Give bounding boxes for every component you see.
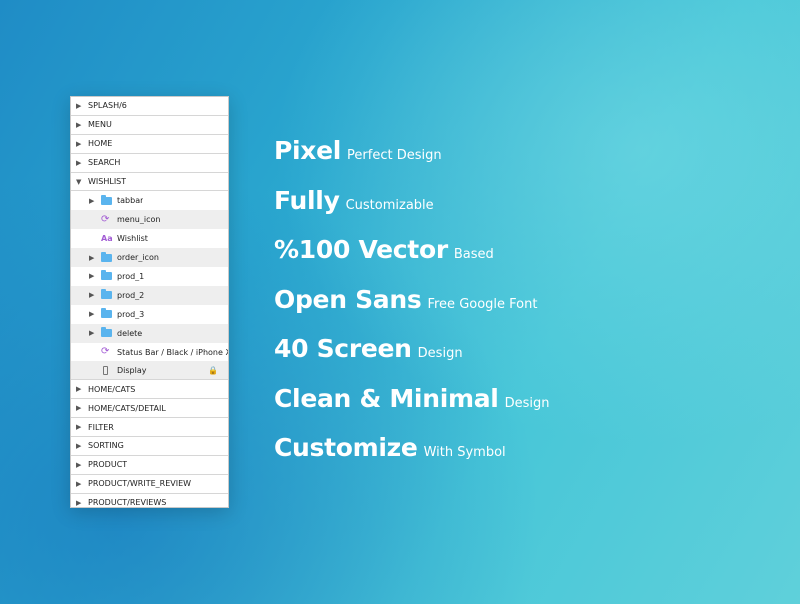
feature-item: Customize With Symbol [274,433,549,483]
feature-title: Fully [274,185,340,215]
text-icon: Aa [101,234,113,244]
triangle-right-icon[interactable]: ▶ [89,310,101,318]
layer-child-label: order_icon [117,253,159,263]
symbol-icon: ⟳ [101,213,110,225]
layer-label: HOME [88,139,113,149]
folder-icon [101,251,117,262]
triangle-right-icon[interactable]: ▶ [76,423,88,431]
folder-icon [101,289,117,300]
layer-child-label: menu_icon [117,215,161,225]
layer-row[interactable]: ▶ MENU [71,116,228,135]
triangle-right-icon[interactable]: ▶ [76,159,88,167]
feature-item: Open Sans Free Google Font [274,285,549,335]
layer-child-row[interactable]: ▶ prod_1 [71,267,228,286]
folder-icon [101,270,117,281]
layer-child-row[interactable]: ▶ prod_3 [71,305,228,324]
feature-title: 40 Screen [274,334,412,363]
feature-subtitle: Design [504,395,550,411]
layer-child-label: Wishlist [117,234,148,244]
feature-item: Pixel Perfect Design [274,136,549,186]
layer-row[interactable]: ▶ SPLASH/6 [71,97,228,116]
feature-subtitle: With Symbol [423,445,506,460]
layer-row[interactable]: ▶ PRODUCT [71,456,228,475]
folder-icon [101,327,117,338]
feature-title: %100 Vector [274,235,448,264]
feature-list: Pixel Perfect Design Fully Customizable %100… [274,136,549,483]
layer-row[interactable]: ▶ SEARCH [71,154,228,173]
triangle-right-icon[interactable]: ▶ [89,272,101,280]
layer-row[interactable]: ▶ SORTING [71,437,228,456]
triangle-right-icon[interactable]: ▶ [76,102,88,110]
layer-row[interactable]: ▶ HOME/CATS/DETAIL [71,399,228,419]
triangle-down-icon[interactable]: ▼ [76,178,88,186]
layer-child-label: tabbar [117,196,144,206]
layer-label: HOME/CATS [88,384,136,394]
layer-child-row[interactable]: ▶ delete [71,323,228,343]
layer-label: PRODUCT/WRITE_REVIEW [88,479,192,489]
layer-child-label: Display [117,365,147,375]
layer-child-row[interactable]: ▶⟳menu_icon [71,210,228,230]
layer-row[interactable]: ▶ PRODUCT/WRITE_REVIEW [71,475,228,494]
layer-child-row[interactable]: ▶ tabbar [71,191,228,210]
layer-label: SORTING [88,441,124,451]
lock-icon[interactable]: 🔒 [208,366,218,375]
triangle-right-icon[interactable]: ▶ [76,480,88,488]
layer-label: HOME/CATS/DETAIL [88,403,166,413]
feature-subtitle: Design [417,346,463,361]
triangle-right-icon[interactable]: ▶ [76,461,88,469]
layer-label: SPLASH/6 [88,101,127,111]
layer-child-label: delete [117,328,143,338]
feature-title: Open Sans [274,284,422,314]
feature-title: Customize [274,433,418,462]
feature-subtitle: Customizable [345,197,434,213]
layer-child-label: prod_3 [117,309,145,319]
feature-item: Clean & Minimal Design [274,384,549,434]
layer-row[interactable]: ▶ FILTER [71,418,228,438]
feature-title: Pixel [274,136,342,165]
layer-row[interactable]: ▶ PRODUCT/REVIEWS [71,494,228,508]
triangle-right-icon[interactable]: ▶ [89,254,101,262]
triangle-right-icon[interactable]: ▶ [76,121,88,129]
layer-label: MENU [88,120,112,130]
layer-child-row[interactable]: ▶Display🔒 [71,361,228,381]
symbol-icon: ⟳ [101,346,110,358]
layer-child-label: prod_1 [117,271,145,281]
layer-label: PRODUCT [88,460,128,470]
triangle-right-icon[interactable]: ▶ [89,329,101,337]
layer-label: FILTER [88,422,114,432]
feature-subtitle: Perfect Design [347,148,442,163]
layer-row[interactable]: ▶ HOME [71,135,228,154]
folder-icon [101,308,117,319]
triangle-right-icon[interactable]: ▶ [76,404,88,412]
triangle-right-icon[interactable]: ▶ [76,442,88,450]
layer-row[interactable]: ▼ WISHLIST [71,173,228,192]
layer-child-row[interactable]: ▶AaWishlist [71,229,228,248]
rectangle-icon [101,365,117,375]
layer-label: WISHLIST [88,177,127,186]
layer-child-row[interactable]: ▶ prod_2 [71,285,228,305]
triangle-right-icon[interactable]: ▶ [89,197,101,205]
layer-row[interactable]: ▶ HOME/CATS [71,380,228,400]
layer-child-label: Status Bar / Black / iPhone X [117,347,228,357]
triangle-right-icon[interactable]: ▶ [76,140,88,148]
layer-label: SEARCH [88,158,121,168]
feature-subtitle: Free Google Font [427,296,538,312]
triangle-right-icon[interactable]: ▶ [76,385,88,393]
layers-panel: ▶ SPLASH/6 ▶ MENU ▶ HOME ▶ SEARCH ▼ WISHLIST ▶ tabb… [70,96,229,508]
feature-item: %100 Vector Based [274,235,549,285]
feature-item: Fully Customizable [274,186,549,236]
triangle-right-icon[interactable]: ▶ [89,291,101,299]
feature-subtitle: Based [453,247,494,262]
feature-item: 40 Screen Design [274,334,549,384]
layer-label: PRODUCT/REVIEWS [88,498,167,508]
layer-child-row[interactable]: ▶⟳Status Bar / Black / iPhone X [71,343,228,362]
layer-child-row[interactable]: ▶ order_icon [71,248,228,268]
layer-child-label: prod_2 [117,290,145,300]
triangle-right-icon[interactable]: ▶ [76,499,88,507]
feature-title: Clean & Minimal [274,383,499,413]
folder-icon [101,194,117,205]
